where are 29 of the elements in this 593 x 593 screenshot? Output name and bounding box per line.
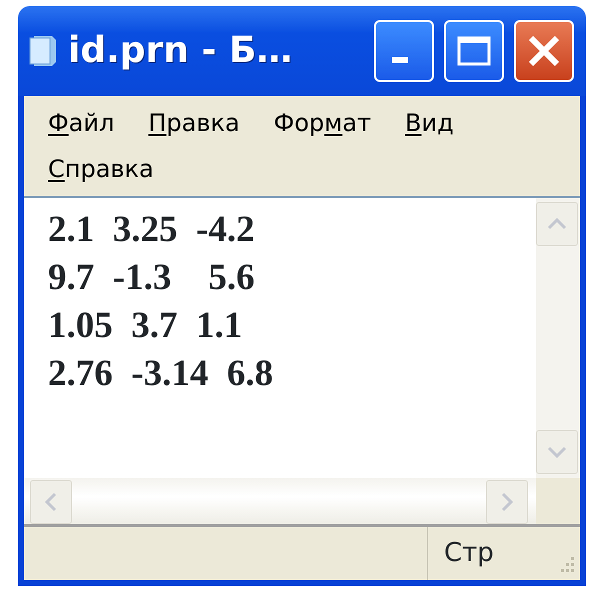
scroll-up-button[interactable] xyxy=(536,202,578,246)
scroll-left-button[interactable] xyxy=(30,480,72,524)
text-line: 2.1 3.25 -4.2 xyxy=(48,208,256,252)
menu-item[interactable]: Вид xyxy=(405,100,454,146)
menu-item[interactable]: Справка xyxy=(48,146,154,192)
text-line: 2.76 -3.14 6.8 xyxy=(48,352,274,396)
close-icon xyxy=(527,34,561,68)
menu-item[interactable]: Правка xyxy=(148,100,240,146)
chevron-down-icon xyxy=(547,446,567,458)
text-line: 9.7 -1.3 5.6 xyxy=(48,256,256,300)
window-title: id.prn - Б… xyxy=(68,29,294,73)
scroll-right-button[interactable] xyxy=(486,480,528,524)
chevron-left-icon xyxy=(45,492,57,512)
close-button[interactable] xyxy=(514,20,574,82)
scroll-down-button[interactable] xyxy=(536,430,578,474)
maximize-button[interactable] xyxy=(444,20,504,82)
chevron-up-icon xyxy=(547,218,567,230)
text-line: 1.05 3.7 1.1 xyxy=(48,304,244,348)
chevron-right-icon xyxy=(501,492,513,512)
notepad-icon xyxy=(28,34,58,68)
menu-item[interactable]: Формат xyxy=(274,100,372,146)
menu-item[interactable]: Файл xyxy=(48,100,114,146)
minimize-icon xyxy=(392,57,408,63)
vertical-scrollbar[interactable] xyxy=(536,198,580,478)
maximize-icon xyxy=(456,35,492,67)
minimize-button[interactable] xyxy=(374,20,434,82)
status-text: Стр xyxy=(444,537,494,570)
resize-grip-icon xyxy=(558,556,576,574)
horizontal-scrollbar[interactable] xyxy=(24,478,536,524)
